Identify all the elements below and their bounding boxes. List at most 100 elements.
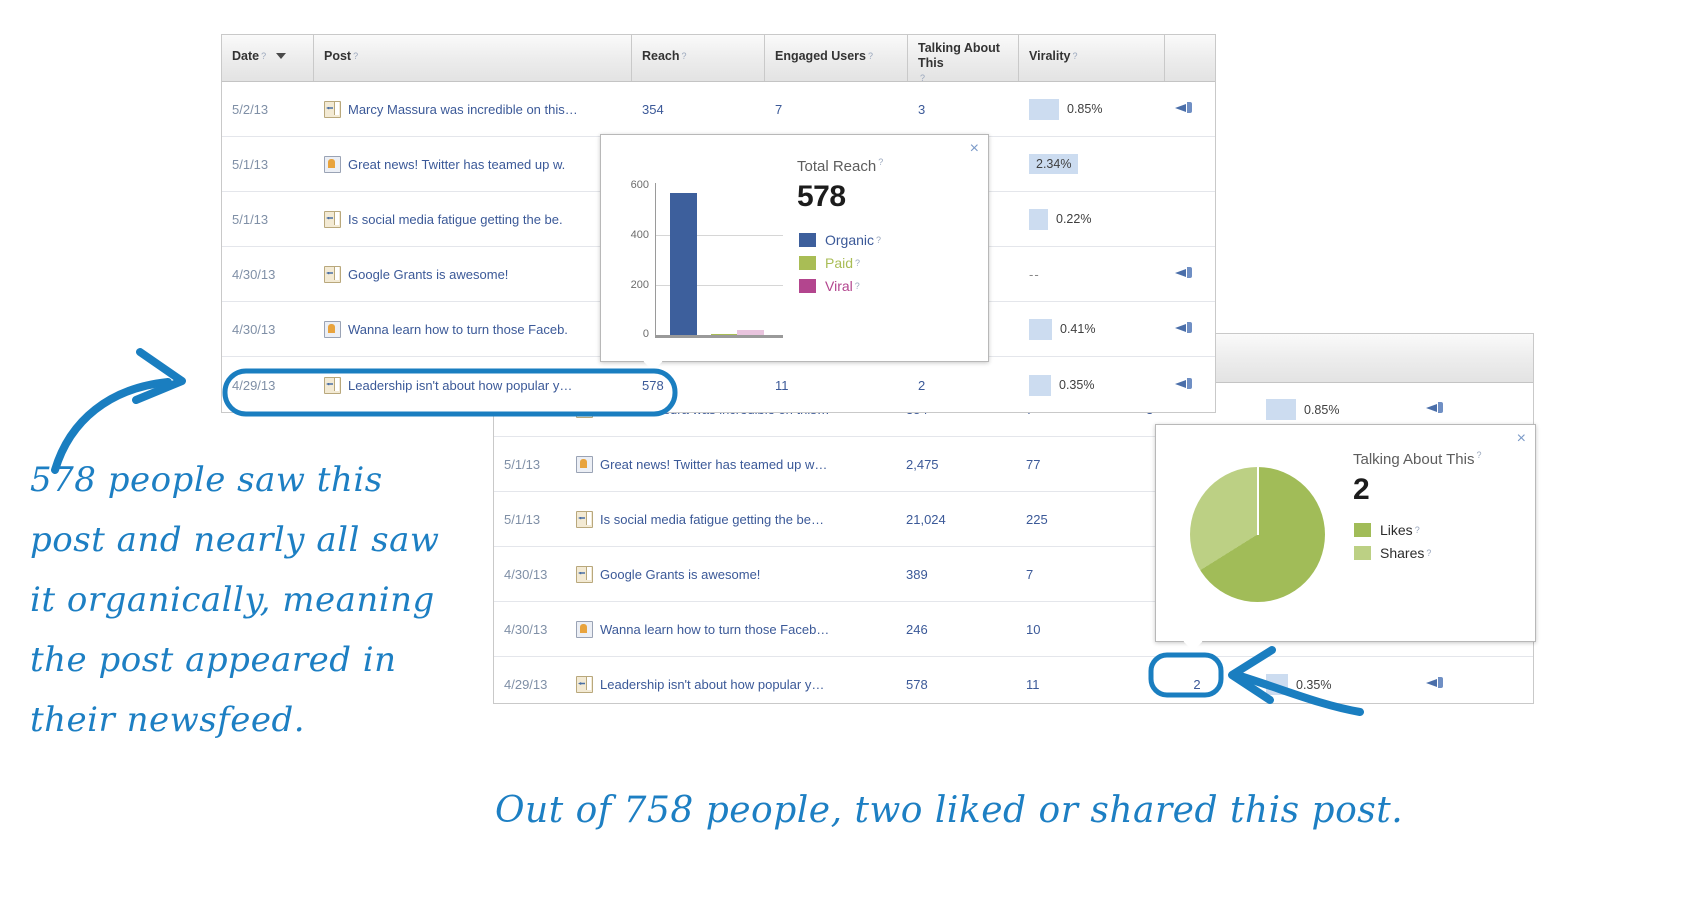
col-engaged-users[interactable]: Engaged Users ? [765,35,908,81]
y-tick-400: 400 [630,229,649,241]
likes-color-swatch [1354,523,1371,537]
cell-post[interactable]: Leadership isn't about how popular y… [566,676,896,693]
post-title[interactable]: Leadership isn't about how popular y… [348,378,572,393]
cell-talking-about[interactable]: 2 [908,378,1019,393]
col-virality[interactable]: Virality ? [1019,35,1165,81]
cell-promote[interactable] [1165,101,1215,118]
cell-post[interactable]: Google Grants is awesome! [566,565,896,583]
col-talking-about-this[interactable]: Talking About This ? [908,35,1019,83]
post-title[interactable]: Wanna learn how to turn those Faceb. [348,322,568,337]
cell-post[interactable]: Great news! Twitter has teamed up w… [566,455,896,473]
x-axis [655,335,783,338]
legend-label: Paid [825,255,854,271]
total-reach-help-icon[interactable]: ? [878,157,883,167]
table-row-highlighted[interactable]: 4/29/13 Leadership isn't about how popul… [222,357,1215,413]
paid-help-icon[interactable]: ? [855,258,860,268]
megaphone-icon[interactable] [1175,377,1192,391]
viral-help-icon[interactable]: ? [855,281,860,291]
legend-label: Viral [825,278,853,294]
talking-about-this-popup[interactable]: × Talking About This? 2 Likes? Shares? [1155,424,1536,651]
cell-post[interactable]: Wanna learn how to turn those Faceb. [314,320,632,338]
sort-descending-icon[interactable] [276,53,287,59]
megaphone-icon[interactable] [1175,101,1192,115]
cell-talking-about[interactable]: 3 [908,102,1019,117]
cell-reach: 21,024 [906,511,946,527]
post-title[interactable]: Great news! Twitter has teamed up w. [348,157,565,172]
post-title[interactable]: Great news! Twitter has teamed up w… [600,457,827,472]
organic-help-icon[interactable]: ? [876,235,881,245]
post-title[interactable]: Marcy Massura was incredible on this… [348,102,578,117]
cell-reach: 354 [642,101,664,117]
likes-help-icon[interactable]: ? [1415,525,1420,535]
col-date[interactable]: Date ? [222,35,314,81]
cell-virality: 0.85% [1256,399,1416,420]
cell-virality: 2.34% [1019,154,1165,174]
shares-help-icon[interactable]: ? [1426,548,1431,558]
annotation-left-line-2: post and nearly all saw [30,520,440,560]
legend-item-organic[interactable]: Organic? [799,232,881,248]
virality-bar [1029,374,1051,396]
cell-engaged-users: 7 [1026,566,1034,582]
talking-help-icon[interactable]: ? [920,71,925,86]
cell-promote[interactable] [1165,266,1215,283]
megaphone-icon[interactable] [1426,676,1443,690]
legend-item-shares[interactable]: Shares? [1354,545,1431,561]
link-post-icon [324,210,341,228]
y-tick-200: 200 [630,279,649,291]
close-icon[interactable]: × [970,141,979,157]
cell-post[interactable]: Great news! Twitter has teamed up w. [314,155,632,173]
megaphone-icon[interactable] [1175,321,1192,335]
cell-post[interactable]: Marcy Massura was incredible on this… [314,100,632,118]
photo-post-icon [324,155,341,173]
cell-post[interactable]: Is social media fatigue getting the be. [314,210,632,228]
cell-promote[interactable] [1416,676,1533,693]
cell-virality: -- [1019,267,1165,282]
cell-post[interactable]: Google Grants is awesome! [314,265,632,283]
total-reach-popup[interactable]: × 600 400 200 0 Total Reach? 578 Organic… [600,134,989,371]
post-title[interactable]: Is social media fatigue getting the be… [600,512,824,527]
cell-promote[interactable] [1165,321,1215,338]
cell-reach: 578 [906,677,928,692]
reach-help-icon[interactable]: ? [682,49,687,64]
close-icon[interactable]: × [1517,431,1526,447]
table-row[interactable]: 5/2/13 Marcy Massura was incredible on t… [222,82,1215,137]
post-title[interactable]: Wanna learn how to turn those Faceb… [600,622,829,637]
post-title[interactable]: Google Grants is awesome! [600,567,760,582]
cell-post[interactable]: Leadership isn't about how popular y… [314,376,632,394]
post-title[interactable]: Leadership isn't about how popular y… [600,677,824,692]
popup-title: Total Reach? [797,157,883,175]
legend-item-paid[interactable]: Paid? [799,255,881,271]
post-help-icon[interactable]: ? [353,49,358,64]
engaged-help-icon[interactable]: ? [868,49,873,64]
virality-bar [1029,208,1048,230]
legend-item-viral[interactable]: Viral? [799,278,881,294]
cell-talking-about[interactable]: 2 [1136,677,1256,692]
cell-promote[interactable] [1416,401,1533,418]
legend-item-likes[interactable]: Likes? [1354,522,1431,538]
post-title[interactable]: Google Grants is awesome! [348,267,508,282]
link-post-icon [324,265,341,283]
cell-engaged-users: 10 [1026,621,1041,637]
photo-post-icon [576,455,593,473]
cell-date: 5/2/13 [232,101,269,117]
date-help-icon[interactable]: ? [261,49,266,64]
cell-post[interactable]: Wanna learn how to turn those Faceb… [566,620,896,638]
cell-post[interactable]: Is social media fatigue getting the be… [566,510,896,528]
cell-promote[interactable] [1165,377,1215,394]
megaphone-icon[interactable] [1426,401,1443,415]
virality-help-icon[interactable]: ? [1072,49,1077,64]
cell-date: 4/30/13 [232,321,276,337]
talking-about-help-icon[interactable]: ? [1476,450,1481,460]
cell-engaged-users: 11 [1026,677,1040,692]
link-post-icon [576,565,593,583]
y-axis [655,183,656,335]
table-row[interactable]: 4/29/13 Leadership isn't about how popul… [494,657,1533,712]
cell-reach: 389 [906,566,928,582]
megaphone-icon[interactable] [1175,266,1192,280]
post-title[interactable]: Is social media fatigue getting the be. [348,212,563,227]
link-post-icon [324,100,341,118]
col-post[interactable]: Post ? [314,35,632,81]
legend-label: Likes [1380,522,1413,538]
cell-engaged-users: 77 [1026,456,1041,472]
col-reach[interactable]: Reach ? [632,35,765,81]
